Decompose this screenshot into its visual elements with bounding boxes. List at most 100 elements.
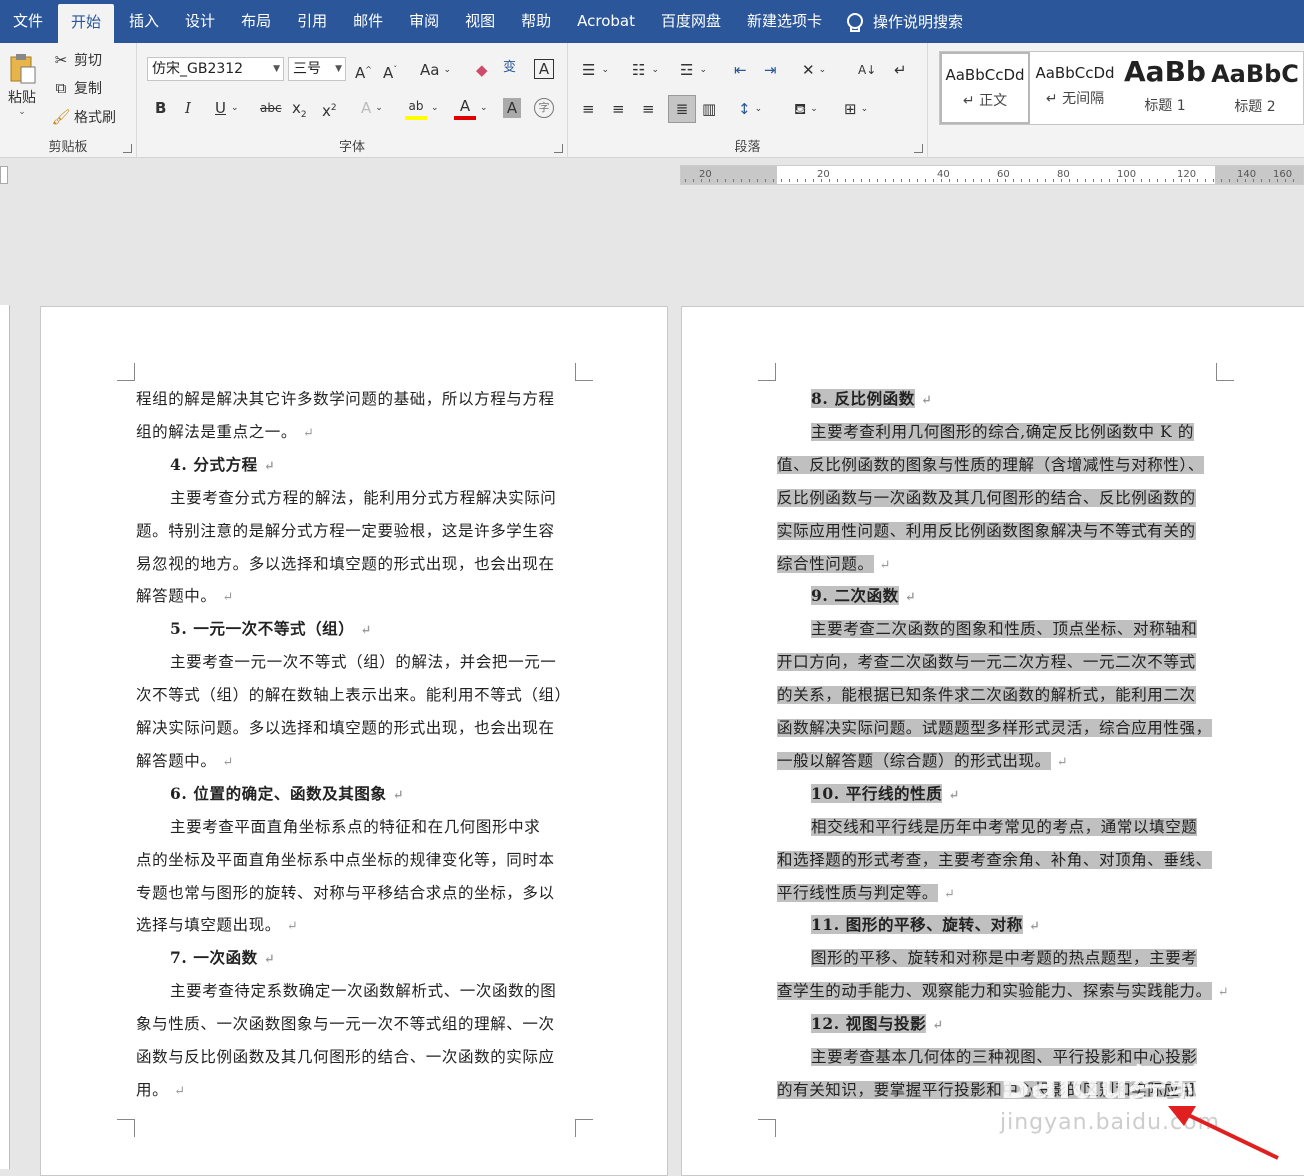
line-text: 相交线和平行线是历年中考常见的考点，通常以填空题 [811, 817, 1198, 836]
ruler-tick [749, 179, 750, 182]
bold-button[interactable]: B [155, 98, 166, 118]
line-text: 主要考查二次函数的图象和性质、顶点坐标、对称轴和 [811, 620, 1198, 639]
font-color-button[interactable]: A ⌄ [454, 96, 488, 120]
grow-font-button[interactable]: A^ [355, 60, 372, 83]
heading-line: 5. 一元一次不等式（组） ↵ [170, 617, 372, 639]
tab-0[interactable]: 文件 [0, 0, 56, 43]
strikethrough-button[interactable]: abc [260, 98, 282, 118]
tab-10[interactable]: Acrobat [564, 0, 648, 43]
tab-4[interactable]: 布局 [228, 0, 284, 43]
horizontal-ruler[interactable]: 20 20 40 60 80 100 120 140 160 [680, 165, 1304, 185]
style-item-3[interactable]: AaBbC 标题 2 [1210, 52, 1300, 124]
borders-button[interactable]: ⊞ ⌄ [844, 99, 868, 119]
paragraph-mark-icon: ↵ [932, 1018, 944, 1034]
font-launcher[interactable] [554, 144, 563, 153]
paste-button[interactable]: 粘贴 ⌄ [4, 51, 40, 117]
ruler-tick [1061, 179, 1062, 182]
chevron-down-icon: ⌄ [860, 104, 869, 114]
style-item-2[interactable]: AaBb 标题 1 [1120, 52, 1210, 124]
line-spacing-button[interactable]: ↕ ⌄ [738, 99, 762, 119]
format-painter-button[interactable]: 🖌 格式刷 [50, 107, 116, 127]
style-name: 标题 2 [1234, 99, 1276, 115]
vertical-ruler[interactable] [0, 305, 10, 1169]
chinese-layout-button[interactable]: ✕ ⌄ [802, 60, 826, 80]
justify-button[interactable]: ≣ [668, 95, 696, 123]
ruler-tick [773, 179, 774, 182]
text-effects-button[interactable]: A ⌄ [361, 98, 383, 118]
style-item-0[interactable]: AaBbCcDd ↵ 正文 [940, 52, 1030, 124]
font-name-combo[interactable]: 仿宋_GB2312 ▼ [147, 57, 284, 81]
line-text: 专题也常与图形的旋转、对称与平移结合求点的坐标，多以 [136, 883, 555, 902]
char-border-button[interactable]: A [534, 59, 554, 79]
align-left-button[interactable]: ≡ [582, 99, 595, 119]
styles-gallery: AaBbCcDd ↵ 正文 AaBbCcDd ↵ 无间隔 AaBb 标题 1 AaBbC 标题… [939, 51, 1304, 125]
tab-1[interactable]: 开始 [58, 4, 115, 43]
ruler-tick [1189, 179, 1190, 182]
text-line: 选择与填空题出现。 ↵ [136, 913, 298, 935]
multilevel-list-button[interactable]: ☲ ⌄ [680, 60, 707, 80]
subscript-button[interactable]: x2 [292, 98, 307, 125]
font-size-combo[interactable]: 三号 ▼ [288, 57, 346, 81]
ruler-tick [885, 179, 886, 182]
tab-5[interactable]: 引用 [284, 0, 340, 43]
clipboard-launcher[interactable] [123, 144, 132, 153]
tell-me-search[interactable]: 操作说明搜索 [845, 11, 963, 32]
style-item-1[interactable]: AaBbCcDd ↵ 无间隔 [1030, 52, 1120, 124]
align-right-button[interactable]: ≡ [642, 99, 655, 119]
line-text: 解答题中。 [136, 587, 217, 606]
font-group: 仿宋_GB2312 ▼ 三号 ▼ A^ Aˇ Aa ⌄ ◆ 变 A B I U ⌄ … [137, 43, 568, 158]
shrink-font-button[interactable]: Aˇ [383, 60, 397, 83]
line-text: 用。 [136, 1080, 169, 1099]
ruler-tick [733, 179, 734, 182]
superscript-button[interactable]: x2 [322, 98, 337, 121]
underline-icon: U [215, 99, 226, 117]
text-line: 主要考查平面直角坐标系点的特征和在几何图形中求 [170, 815, 540, 837]
change-case-button[interactable]: Aa ⌄ [420, 60, 451, 80]
decrease-indent-button[interactable]: ⇤ [734, 60, 747, 80]
numbering-button[interactable]: ☷ ⌄ [632, 60, 659, 80]
italic-button[interactable]: I [185, 98, 191, 118]
tab-12[interactable]: 新建选项卡 [734, 0, 835, 43]
tab-2[interactable]: 插入 [116, 0, 172, 43]
distributed-button[interactable]: ▥ [702, 99, 716, 119]
phonetic-icon: 变 [503, 60, 517, 75]
align-center-button[interactable]: ≡ [612, 99, 625, 119]
format-painter-label: 格式刷 [74, 110, 116, 126]
copy-label: 复制 [74, 81, 102, 97]
increase-indent-button[interactable]: ⇥ [764, 60, 777, 80]
tab-8[interactable]: 视图 [452, 0, 508, 43]
tab-6[interactable]: 邮件 [340, 0, 396, 43]
phonetic-guide-button[interactable]: 变 [503, 58, 516, 78]
paragraph-mark-icon: ↵ [1217, 985, 1230, 1001]
paragraph-launcher[interactable] [914, 144, 923, 153]
align-center-icon: ≡ [612, 100, 625, 118]
ruler-tick [1125, 179, 1126, 182]
line-text: 主要考查利用几何图形的综合,确定反比例函数中 K 的 [811, 422, 1194, 441]
shading-button[interactable]: ⛾ ⌄ [794, 99, 818, 119]
ruler-tick [1045, 179, 1046, 182]
underline-button[interactable]: U ⌄ [215, 98, 239, 118]
tab-11[interactable]: 百度网盘 [648, 0, 734, 43]
tab-9[interactable]: 帮助 [508, 0, 564, 43]
chevron-down-icon: ▼ [273, 64, 280, 74]
copy-button[interactable]: ⧉ 复制 [50, 78, 102, 98]
char-shading-button[interactable]: A [503, 98, 521, 118]
style-preview: AaBbCcDd [945, 66, 1025, 84]
paragraph-mark-icon: ↵ [1056, 754, 1069, 770]
show-marks-button[interactable]: ↵ [894, 60, 907, 80]
chevron-down-icon: ⌄ [651, 65, 659, 75]
ruler-toggle[interactable] [0, 166, 8, 184]
ruler-tick [1261, 179, 1262, 182]
tab-7[interactable]: 审阅 [396, 0, 452, 43]
sort-button[interactable]: A↓ [858, 60, 876, 80]
ruler-tick [717, 179, 718, 182]
ruler-tick [1165, 179, 1166, 182]
tab-3[interactable]: 设计 [172, 0, 228, 43]
italic-icon: I [185, 99, 191, 117]
clear-format-button[interactable]: ◆ [476, 60, 488, 80]
enclose-char-button[interactable]: 字 [534, 98, 554, 118]
bullets-button[interactable]: ☰ ⌄ [582, 60, 609, 80]
line-text: 函数与反比例函数及其几何图形的结合、一次函数的实际应 [136, 1048, 555, 1066]
highlight-button[interactable]: ab ⌄ [405, 96, 439, 120]
cut-button[interactable]: ✂ 剪切 [50, 50, 102, 70]
